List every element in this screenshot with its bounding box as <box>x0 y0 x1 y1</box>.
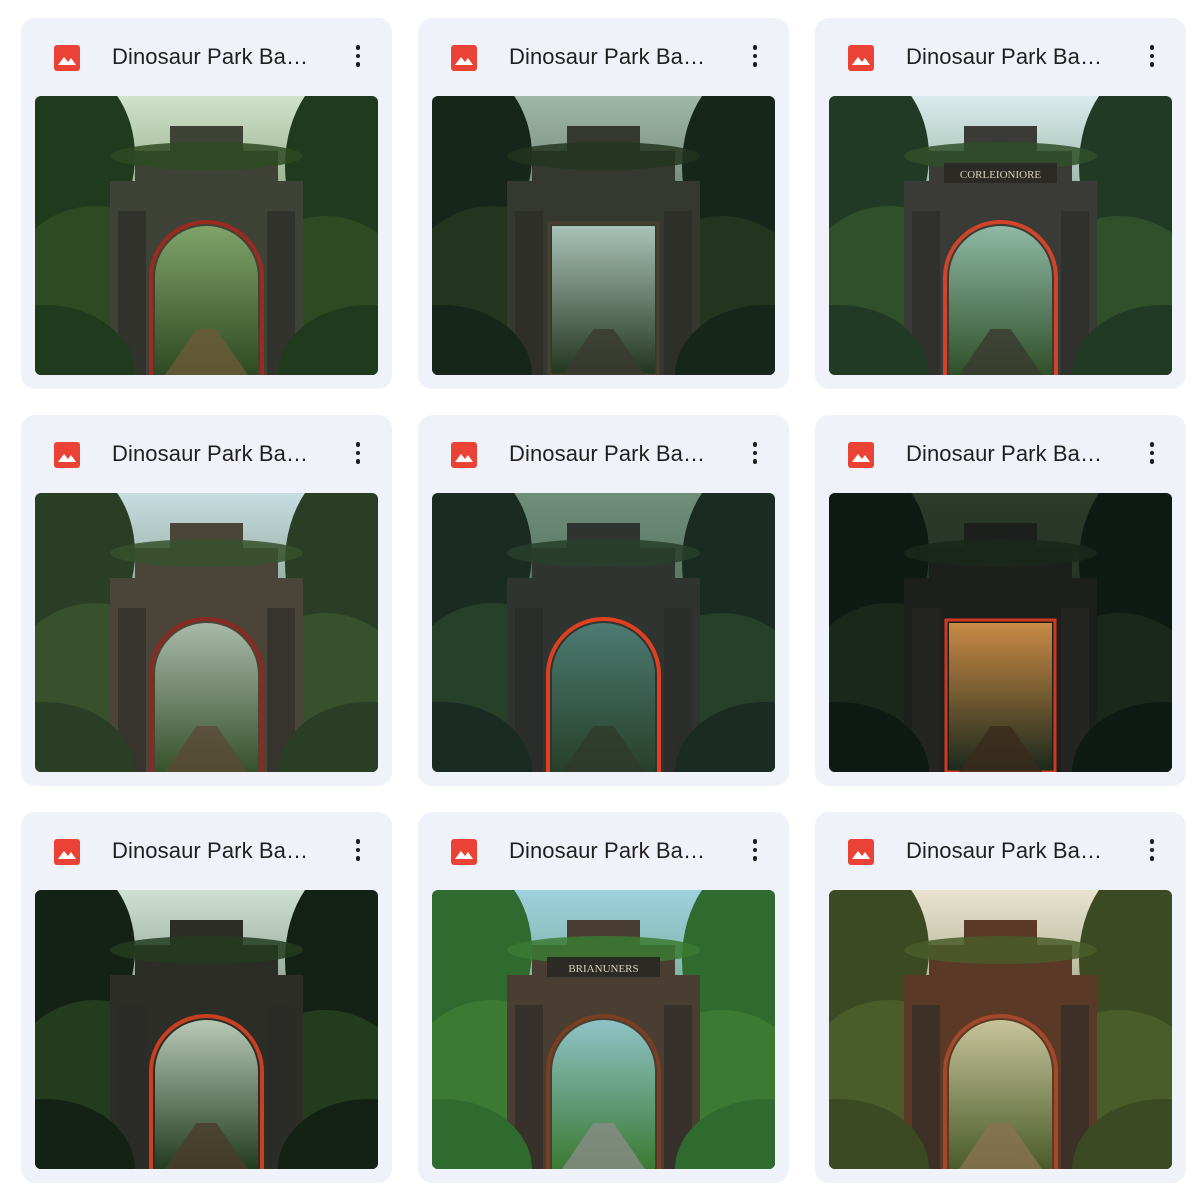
file-thumbnail[interactable]: BRIANUNERS <box>432 890 775 1169</box>
backdrop-image: CORLEIONIORE <box>829 96 1172 375</box>
file-name[interactable]: Dinosaur Park Backdrops <box>112 837 317 865</box>
file-card-header[interactable]: Dinosaur Park Backdrops <box>418 812 789 890</box>
backdrop-image <box>432 96 775 375</box>
backdrop-image <box>829 890 1172 1169</box>
file-thumbnail[interactable] <box>829 493 1172 772</box>
image-file-icon <box>451 442 477 468</box>
backdrop-image <box>432 493 775 772</box>
backdrop-image <box>35 493 378 772</box>
file-thumbnail[interactable] <box>829 890 1172 1169</box>
file-card[interactable]: Dinosaur Park Backdrops <box>21 415 392 786</box>
file-name[interactable]: Dinosaur Park Backdrops <box>906 43 1111 71</box>
file-card-header[interactable]: Dinosaur Park Backdrops <box>418 18 789 96</box>
file-card[interactable]: Dinosaur Park Backdrops <box>815 415 1186 786</box>
more-options-button[interactable] <box>1134 832 1170 868</box>
file-card[interactable]: Dinosaur Park Backdrops <box>21 18 392 389</box>
backdrop-image <box>829 493 1172 772</box>
svg-text:CORLEIONIORE: CORLEIONIORE <box>960 169 1042 181</box>
more-vert-icon <box>355 839 361 844</box>
more-vert-icon <box>752 839 758 844</box>
file-card-header[interactable]: Dinosaur Park Backdrops <box>418 415 789 493</box>
more-options-button[interactable] <box>737 38 773 74</box>
more-options-button[interactable] <box>1134 435 1170 471</box>
file-card[interactable]: Dinosaur Park Backdrops <box>815 812 1186 1183</box>
svg-text:BRIANUNERS: BRIANUNERS <box>568 963 638 975</box>
file-card-header[interactable]: Dinosaur Park Backdrops <box>21 812 392 890</box>
backdrop-image: BRIANUNERS <box>432 890 775 1169</box>
file-card-header[interactable]: Dinosaur Park Backdrops <box>21 415 392 493</box>
backdrop-image <box>35 890 378 1169</box>
file-card[interactable]: Dinosaur Park Backdrops <box>21 812 392 1183</box>
more-vert-icon <box>1149 442 1155 447</box>
file-card[interactable]: Dinosaur Park Backdrops <box>418 415 789 786</box>
file-name[interactable]: Dinosaur Park Backdrops <box>509 43 714 71</box>
image-file-icon <box>848 839 874 865</box>
image-file-icon <box>848 45 874 71</box>
more-options-button[interactable] <box>340 435 376 471</box>
more-vert-icon <box>1149 839 1155 844</box>
file-thumbnail[interactable] <box>35 890 378 1169</box>
more-options-button[interactable] <box>1134 38 1170 74</box>
more-options-button[interactable] <box>340 832 376 868</box>
file-thumbnail[interactable] <box>35 96 378 375</box>
file-card-header[interactable]: Dinosaur Park Backdrops <box>815 18 1186 96</box>
image-file-icon <box>451 839 477 865</box>
file-name[interactable]: Dinosaur Park Backdrops <box>112 43 317 71</box>
more-vert-icon <box>355 45 361 50</box>
more-vert-icon <box>355 442 361 447</box>
file-name[interactable]: Dinosaur Park Backdrops <box>906 837 1111 865</box>
more-options-button[interactable] <box>340 38 376 74</box>
more-vert-icon <box>752 45 758 50</box>
image-file-icon <box>54 839 80 865</box>
more-options-button[interactable] <box>737 832 773 868</box>
more-vert-icon <box>1149 45 1155 50</box>
file-name[interactable]: Dinosaur Park Backdrops <box>509 837 714 865</box>
image-file-icon <box>54 442 80 468</box>
file-card[interactable]: Dinosaur Park Backdrops <box>815 18 1186 389</box>
image-file-icon <box>848 442 874 468</box>
file-card-header[interactable]: Dinosaur Park Backdrops <box>21 18 392 96</box>
file-thumbnail[interactable] <box>35 493 378 772</box>
more-options-button[interactable] <box>737 435 773 471</box>
file-name[interactable]: Dinosaur Park Backdrops <box>509 440 714 468</box>
file-name[interactable]: Dinosaur Park Backdrops <box>906 440 1111 468</box>
image-file-icon <box>54 45 80 71</box>
file-card[interactable]: Dinosaur Park Backdrops <box>418 812 789 1183</box>
file-thumbnail[interactable] <box>432 96 775 375</box>
file-grid: Dinosaur Park Backdrops <box>21 18 1186 1183</box>
file-card-header[interactable]: Dinosaur Park Backdrops <box>815 812 1186 890</box>
file-thumbnail[interactable]: CORLEIONIORE <box>829 96 1172 375</box>
backdrop-image <box>35 96 378 375</box>
file-card[interactable]: Dinosaur Park Backdrops <box>418 18 789 389</box>
image-file-icon <box>451 45 477 71</box>
file-name[interactable]: Dinosaur Park Backdrops <box>112 440 317 468</box>
file-card-header[interactable]: Dinosaur Park Backdrops <box>815 415 1186 493</box>
more-vert-icon <box>752 442 758 447</box>
file-thumbnail[interactable] <box>432 493 775 772</box>
